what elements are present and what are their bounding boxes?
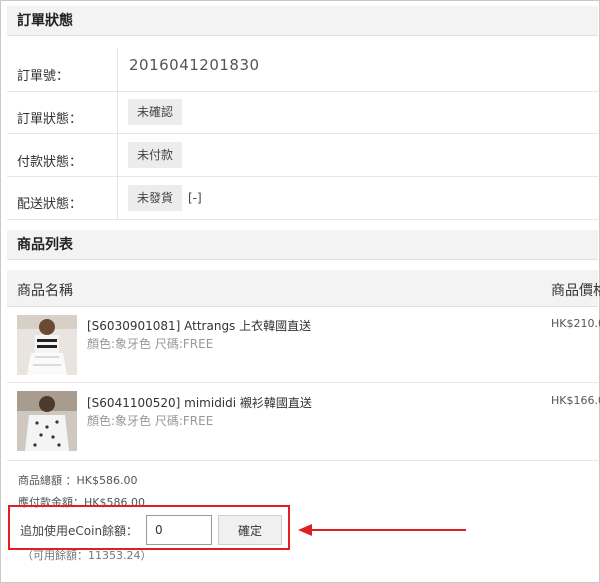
ecoin-confirm-button[interactable]: 確定 [218,515,282,545]
shipping-status-label: 配送狀態： [17,197,83,212]
shipping-toggle-link[interactable]: [-] [188,185,202,211]
order-status-row: 訂單狀態： 未確認 [7,91,598,134]
column-header-name: 商品名稱 [17,283,73,299]
product-price: HK$210.00 [551,317,600,330]
ecoin-highlight-box: 追加使用eCoin餘額： 確定 [8,505,290,550]
column-header-price: 商品價格 [551,283,600,299]
order-number-label: 訂單號： [17,69,70,84]
available-balance: （可用餘額：11353.24） [22,549,152,562]
order-status-heading: 訂單狀態 [7,6,598,36]
product-name-link[interactable]: [S6030901081] Attrangs 上衣韓國直送 [87,317,311,334]
shipping-status-row: 配送狀態： 未發貨 [-] [7,176,598,220]
order-status-badge: 未確認 [128,99,183,125]
annotation-arrow-icon [298,524,466,536]
product-attributes: 顏色:象牙色 尺碼:FREE [87,414,214,428]
ecoin-amount-input[interactable] [146,515,212,545]
product-price: HK$166.00 [551,394,600,407]
product-table-header: 商品名稱 商品價格 [7,270,600,307]
shipping-status-badge: 未發貨 [128,185,183,211]
order-number-row: 訂單號： 2016041201830 [7,48,598,92]
product-thumbnail[interactable] [17,391,77,451]
payment-status-badge: 未付款 [128,142,183,168]
goods-total: 商品總額 ：HK$586.00 [18,474,138,487]
product-row: [S6030901081] Attrangs 上衣韓國直送 顏色:象牙色 尺碼:… [7,306,600,383]
product-name-link[interactable]: [S6041100520] mimididi 襯衫韓國直送 [87,394,312,411]
product-attributes: 顏色:象牙色 尺碼:FREE [87,337,214,351]
product-row: [S6041100520] mimididi 襯衫韓國直送 顏色:象牙色 尺碼:… [7,382,600,461]
payment-status-label: 付款狀態： [17,155,83,170]
ecoin-label: 追加使用eCoin餘額： [20,524,139,538]
product-list-heading: 商品列表 [7,230,598,260]
order-status-label: 訂單狀態： [17,112,83,127]
product-thumbnail[interactable] [17,315,77,375]
payment-status-row: 付款狀態： 未付款 [7,133,598,177]
order-number-value: 2016041201830 [129,56,260,74]
